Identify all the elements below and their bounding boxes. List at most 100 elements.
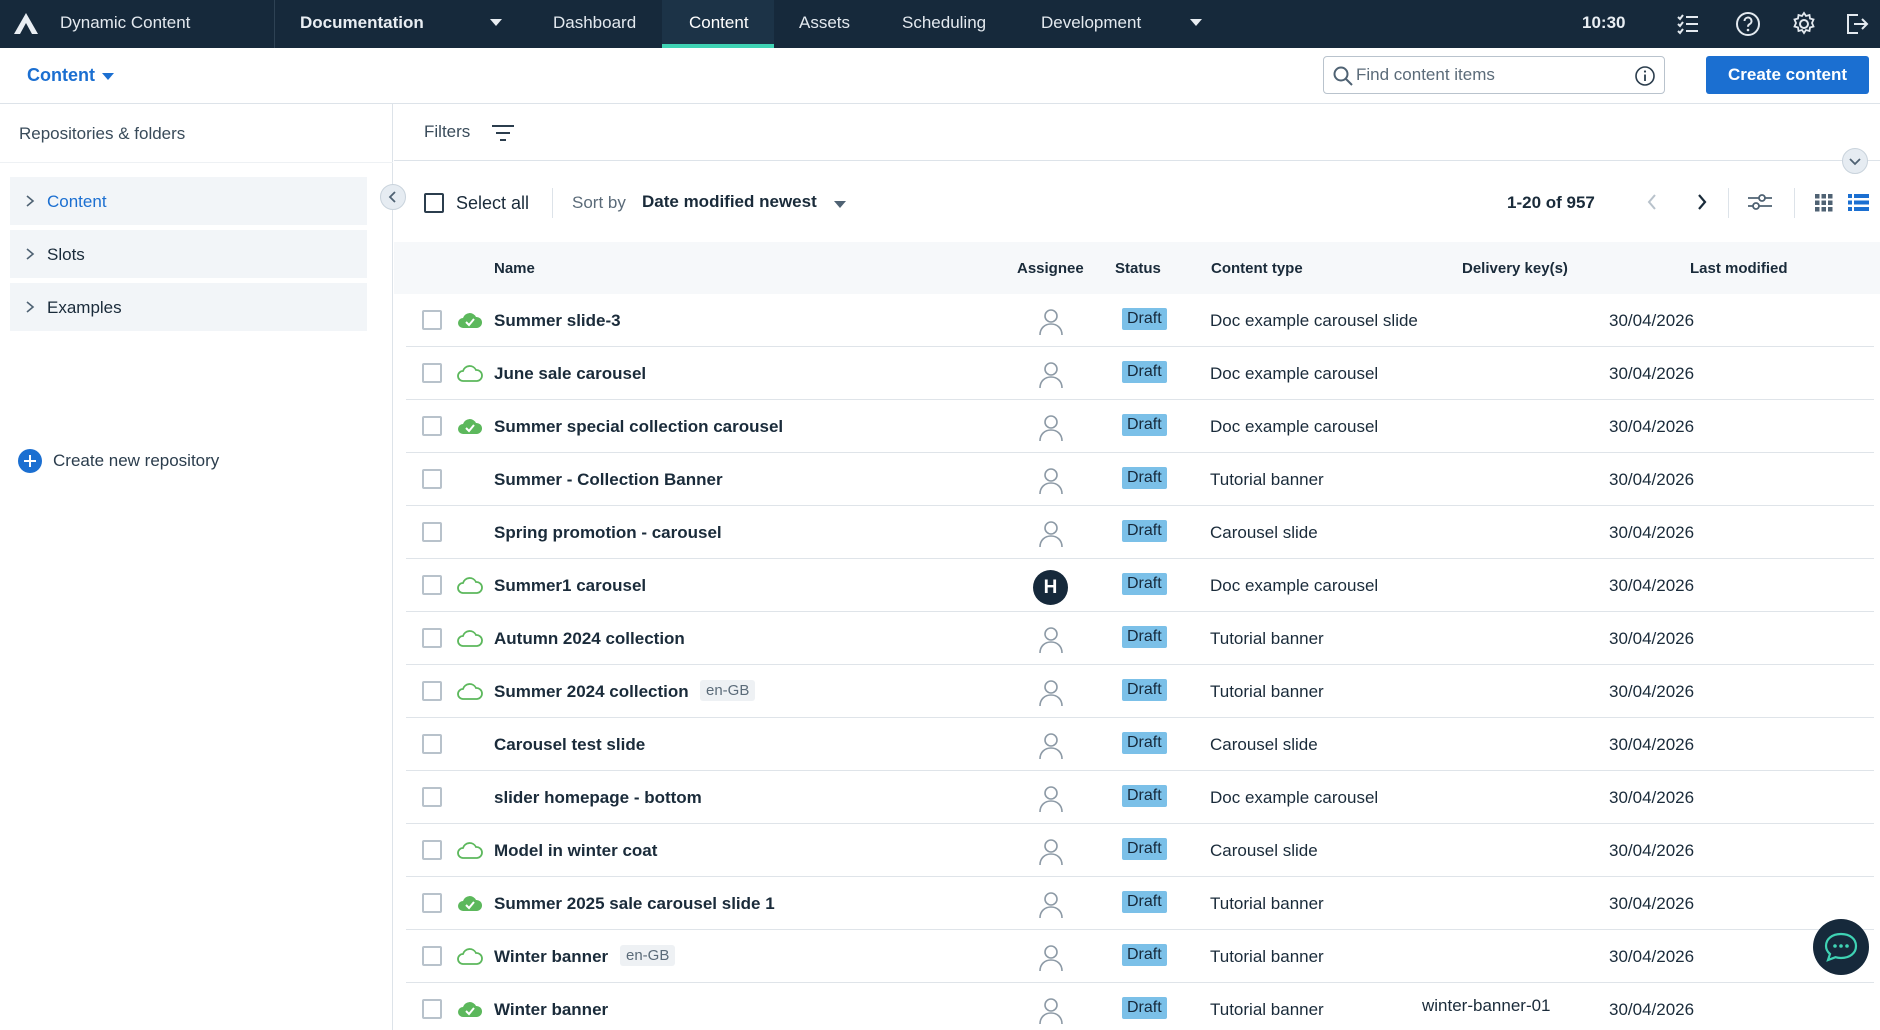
table-row[interactable]: slider homepage - bottom Draft Doc example…	[406, 771, 1874, 824]
chevron-down-icon[interactable]	[834, 201, 846, 208]
filters-label[interactable]: Filters	[424, 122, 470, 142]
filter-icon[interactable]	[490, 122, 516, 144]
row-checkbox[interactable]	[422, 575, 442, 595]
row-checkbox[interactable]	[422, 681, 442, 701]
content-item-name[interactable]: Model in winter coat	[494, 841, 657, 861]
user-icon[interactable]	[1036, 518, 1066, 548]
next-page-icon[interactable]	[1688, 188, 1716, 216]
user-icon[interactable]	[1036, 306, 1066, 336]
context-selector[interactable]: Content	[27, 65, 95, 86]
user-icon[interactable]	[1036, 836, 1066, 866]
content-item-name[interactable]: Summer slide-3	[494, 311, 621, 331]
amplience-logo-icon[interactable]	[12, 10, 40, 38]
content-item-name[interactable]: Summer 2024 collection	[494, 682, 689, 702]
table-row[interactable]: Model in winter coat Draft Carousel slide 3…	[406, 824, 1874, 877]
row-checkbox[interactable]	[422, 363, 442, 383]
info-icon[interactable]	[1634, 65, 1656, 87]
nav-content[interactable]: Content	[689, 13, 749, 33]
help-icon[interactable]	[1734, 10, 1762, 38]
column-header-last-modified[interactable]: Last modified	[1690, 260, 1788, 277]
nav-assets[interactable]: Assets	[799, 13, 850, 33]
table-row[interactable]: Summer 2024 collection en-GB Draft Tutorial…	[406, 665, 1874, 718]
content-item-name[interactable]: Summer 2025 sale carousel slide 1	[494, 894, 775, 914]
user-icon[interactable]	[1036, 783, 1066, 813]
content-item-name[interactable]: slider homepage - bottom	[494, 788, 702, 808]
last-modified: 30/04/2026	[1609, 576, 1695, 595]
row-checkbox[interactable]	[422, 416, 442, 436]
search-input[interactable]	[1356, 63, 1626, 87]
sort-dropdown[interactable]: Date modified newest	[642, 192, 817, 212]
user-icon[interactable]	[1036, 995, 1066, 1025]
table-row[interactable]: Winter banner en-GB Draft Tutorial banner 30…	[406, 930, 1874, 983]
content-item-name[interactable]: Winter banner	[494, 1000, 608, 1020]
content-item-name[interactable]: Summer - Collection Banner	[494, 470, 723, 490]
content-item-name[interactable]: Spring promotion - carousel	[494, 523, 722, 543]
avatar[interactable]: H	[1033, 570, 1068, 605]
user-icon[interactable]	[1036, 359, 1066, 389]
table-row[interactable]: Summer - Collection Banner Draft Tutorial …	[406, 453, 1874, 506]
list-view-icon[interactable]	[1844, 188, 1872, 216]
row-checkbox[interactable]	[422, 469, 442, 489]
hub-selector[interactable]: Documentation	[300, 13, 424, 33]
table-row[interactable]: Spring promotion - carousel Draft Carousel…	[406, 506, 1874, 559]
table-row[interactable]: Summer1 carousel H Draft Doc example carous…	[406, 559, 1874, 612]
chevron-down-icon[interactable]	[1190, 19, 1202, 26]
chevron-right-icon[interactable]	[24, 300, 36, 314]
content-item-name[interactable]: Carousel test slide	[494, 735, 645, 755]
search-box[interactable]	[1323, 56, 1665, 94]
row-checkbox[interactable]	[422, 787, 442, 807]
nav-dashboard[interactable]: Dashboard	[553, 13, 636, 33]
row-checkbox[interactable]	[422, 310, 442, 330]
task-list-icon[interactable]	[1674, 10, 1702, 38]
column-header-delivery-keys[interactable]: Delivery key(s)	[1462, 260, 1568, 277]
table-row[interactable]: Autumn 2024 collection Draft Tutorial bann…	[406, 612, 1874, 665]
table-row[interactable]: Summer 2025 sale carousel slide 1 Draft Tu…	[406, 877, 1874, 930]
row-checkbox[interactable]	[422, 628, 442, 648]
column-header-name[interactable]: Name	[494, 260, 535, 277]
table-row[interactable]: Winter banner Draft Tutorial banner winter-…	[406, 983, 1874, 1030]
previous-page-icon[interactable]	[1638, 188, 1666, 216]
row-checkbox[interactable]	[422, 840, 442, 860]
user-icon[interactable]	[1036, 889, 1066, 919]
content-item-name[interactable]: June sale carousel	[494, 364, 646, 384]
create-content-button[interactable]: Create content	[1706, 56, 1869, 94]
user-icon[interactable]	[1036, 465, 1066, 495]
grid-view-icon[interactable]	[1810, 188, 1838, 216]
sidebar-item-content[interactable]: Content	[10, 177, 367, 225]
content-item-name[interactable]: Summer1 carousel	[494, 576, 646, 596]
row-checkbox[interactable]	[422, 522, 442, 542]
row-checkbox[interactable]	[422, 893, 442, 913]
column-header-content-type[interactable]: Content type	[1211, 260, 1303, 277]
user-icon[interactable]	[1036, 677, 1066, 707]
row-checkbox[interactable]	[422, 734, 442, 754]
content-item-name[interactable]: Winter banner	[494, 947, 608, 967]
column-settings-icon[interactable]	[1746, 188, 1774, 216]
chevron-right-icon[interactable]	[24, 194, 36, 208]
chevron-down-icon[interactable]	[490, 19, 502, 26]
content-item-name[interactable]: Autumn 2024 collection	[494, 629, 685, 649]
table-row[interactable]: Carousel test slide Draft Carousel slide 30…	[406, 718, 1874, 771]
row-checkbox[interactable]	[422, 946, 442, 966]
content-item-name[interactable]: Summer special collection carousel	[494, 417, 783, 437]
nav-scheduling[interactable]: Scheduling	[902, 13, 986, 33]
sidebar-item-slots[interactable]: Slots	[10, 230, 367, 278]
user-icon[interactable]	[1036, 412, 1066, 442]
user-icon[interactable]	[1036, 730, 1066, 760]
table-row[interactable]: Summer special collection carousel Draft D…	[406, 400, 1874, 453]
column-header-status[interactable]: Status	[1115, 260, 1161, 277]
row-checkbox[interactable]	[422, 999, 442, 1019]
chat-button[interactable]	[1813, 919, 1869, 975]
logout-icon[interactable]	[1842, 10, 1870, 38]
table-row[interactable]: Summer slide-3 Draft Doc example carousel …	[406, 294, 1874, 347]
sidebar-item-examples[interactable]: Examples	[10, 283, 367, 331]
chevron-right-icon[interactable]	[24, 247, 36, 261]
nav-development[interactable]: Development	[1041, 13, 1141, 33]
user-icon[interactable]	[1036, 942, 1066, 972]
gear-icon[interactable]	[1790, 10, 1818, 38]
column-header-assignee[interactable]: Assignee	[1017, 260, 1084, 277]
select-all-checkbox[interactable]	[424, 193, 444, 213]
user-icon[interactable]	[1036, 624, 1066, 654]
table-row[interactable]: June sale carousel Draft Doc example carou…	[406, 347, 1874, 400]
chevron-down-icon[interactable]	[102, 73, 114, 80]
select-all-label[interactable]: Select all	[456, 193, 529, 214]
